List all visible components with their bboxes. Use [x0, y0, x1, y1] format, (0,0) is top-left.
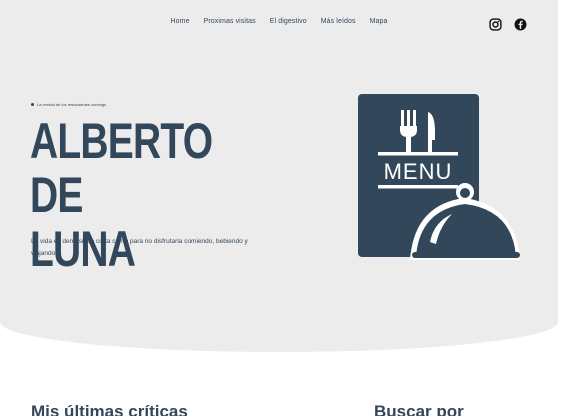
hero-section: Home Proximas visitas El digestivo Más l… — [0, 0, 558, 352]
menu-illustration: MENU — [356, 92, 522, 262]
menu-cloche-icon: MENU — [358, 94, 520, 260]
search-by-heading: Buscar por — [374, 402, 464, 416]
nav-mapa[interactable]: Mapa — [370, 18, 388, 25]
nav-el-digestivo[interactable]: El digestivo — [270, 18, 307, 25]
hero-tagline: La verdad de los restaurantes conmigo — [31, 102, 106, 107]
hero-description: La vida es demasiado corta como para no … — [31, 238, 248, 257]
bullet-icon — [31, 103, 34, 106]
social-links — [489, 16, 527, 31]
tagline-text: La verdad de los restaurantes conmigo — [37, 102, 107, 107]
nav-mas-leidos[interactable]: Más leídos — [321, 18, 356, 25]
nav-home[interactable]: Home — [170, 18, 189, 25]
title-line-1: ALBERTO DE — [30, 113, 213, 223]
nav-proximas-visitas[interactable]: Proximas visitas — [204, 18, 256, 25]
main-nav: Home Proximas visitas El digestivo Más l… — [0, 18, 558, 25]
menu-label: MENU — [384, 159, 453, 184]
facebook-icon[interactable] — [514, 16, 527, 31]
latest-reviews-heading: Mis últimas críticas — [31, 402, 188, 416]
instagram-icon[interactable] — [489, 16, 502, 31]
